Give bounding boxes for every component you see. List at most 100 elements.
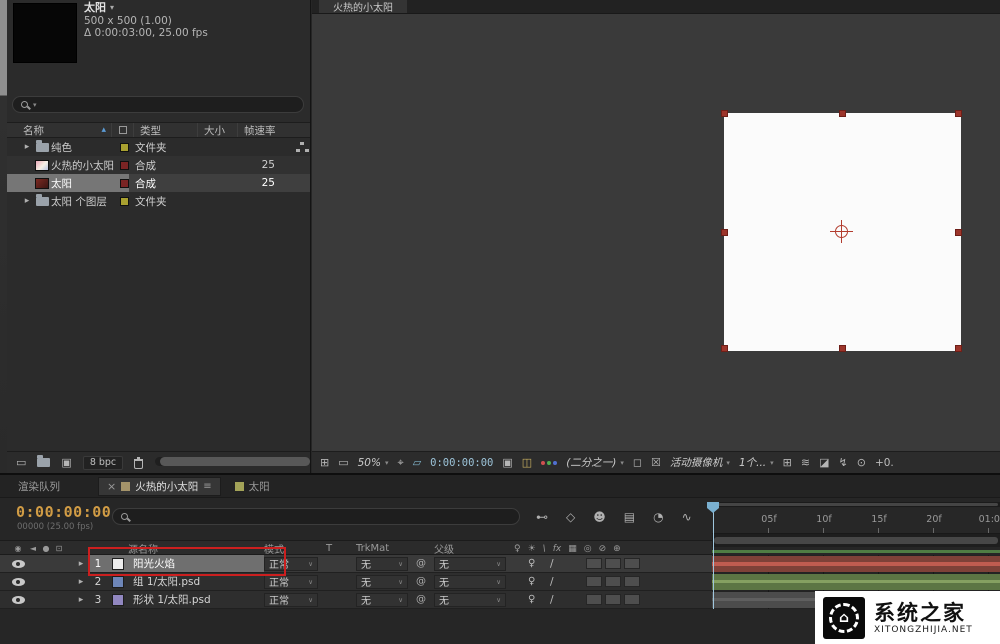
tab-hot-sun-comp[interactable]: × 火热的小太阳 ≡ bbox=[98, 477, 221, 496]
expand-arrow-icon[interactable]: ▸ bbox=[21, 196, 33, 206]
draft-3d-icon[interactable]: ◇ bbox=[566, 510, 575, 524]
column-type[interactable]: 类型 bbox=[133, 123, 197, 137]
project-horizontal-scrollbar[interactable] bbox=[155, 457, 304, 466]
blend-mode-select[interactable]: 正常∨ bbox=[264, 593, 318, 607]
tim搜索eline-search[interactable] bbox=[112, 508, 520, 525]
label-color-chip[interactable] bbox=[120, 143, 129, 152]
tab-render-queue[interactable]: 渲染队列 bbox=[10, 477, 68, 496]
show-snapshot-icon[interactable]: ◫ bbox=[522, 456, 532, 469]
panel-menu-icon[interactable]: ≡ bbox=[203, 481, 211, 492]
active-comp-name[interactable]: 太阳 bbox=[84, 2, 106, 15]
quality-toggle[interactable]: / bbox=[550, 558, 570, 570]
column-mode[interactable]: 模式 bbox=[264, 541, 326, 556]
tab-sun-comp[interactable]: 太阳 bbox=[227, 477, 278, 496]
layer-visibility-toggle[interactable] bbox=[10, 578, 26, 586]
layer-visibility-toggle[interactable] bbox=[10, 560, 26, 568]
column-parent[interactable]: 父级 bbox=[434, 541, 514, 556]
shy-toggle[interactable]: ♀ bbox=[528, 558, 550, 569]
new-folder-icon[interactable] bbox=[37, 458, 50, 467]
time-navigator[interactable] bbox=[712, 502, 1000, 507]
shy-toggle[interactable]: ♀ bbox=[528, 576, 550, 587]
item-name[interactable]: 太阳 个图层 bbox=[51, 194, 113, 209]
project-search[interactable]: ▾ bbox=[12, 96, 304, 113]
layer-color-swatch[interactable] bbox=[112, 594, 124, 606]
current-timecode[interactable]: 0:00:00:00 bbox=[16, 503, 111, 521]
trkmat-select[interactable]: 无∨ bbox=[356, 593, 408, 607]
project-row-hot-sun-comp[interactable]: 火热的小太阳 合成 25 bbox=[7, 156, 310, 174]
time-ruler[interactable]: 05f 10f 15f 20f 01:00f bbox=[712, 508, 1000, 534]
project-row-sun-layers-folder[interactable]: ▸ 太阳 个图层 文件夹 bbox=[7, 192, 310, 210]
selection-handle[interactable] bbox=[721, 345, 728, 352]
expand-arrow-icon[interactable]: ▸ bbox=[21, 142, 33, 152]
layer-row-3[interactable]: ▸ 3 形状 1/太阳.psd 正常∨ 无∨ @ 无∨ ♀ / bbox=[0, 591, 712, 609]
selection-handle[interactable] bbox=[955, 110, 962, 117]
shy-icon[interactable]: ☻ bbox=[593, 510, 606, 524]
quality-toggle[interactable]: / bbox=[550, 576, 570, 588]
work-area-handle[interactable] bbox=[714, 537, 998, 544]
item-name[interactable]: 纯色 bbox=[51, 140, 113, 155]
close-icon[interactable]: × bbox=[107, 480, 116, 493]
layer-source-name[interactable]: 形状 1/太阳.psd bbox=[128, 592, 264, 607]
column-name[interactable]: 名称 ▴ bbox=[7, 123, 111, 137]
layer-row-1[interactable]: ▸ 1 阳光火焰 正常∨ 无∨ @ 无∨ ♀ / bbox=[0, 555, 712, 573]
fx-icon[interactable]: fx bbox=[553, 544, 562, 554]
selection-handle[interactable] bbox=[721, 110, 728, 117]
column-framerate[interactable]: 帧速率 bbox=[237, 123, 287, 137]
column-trkmat[interactable]: TrkMat bbox=[356, 543, 416, 554]
layer-source-name[interactable]: 组 1/太阳.psd bbox=[128, 574, 264, 589]
quality-icon[interactable]: \ bbox=[543, 544, 546, 554]
shy-toggle[interactable]: ♀ bbox=[528, 594, 550, 605]
graph-editor-icon[interactable]: ∿ bbox=[682, 510, 692, 524]
timeline-search-input[interactable] bbox=[133, 510, 511, 523]
layer-source-name[interactable]: 阳光火焰 bbox=[128, 555, 264, 572]
project-row-solids-folder[interactable]: ▸ 纯色 文件夹 bbox=[7, 138, 310, 156]
shy-icon[interactable]: ♀ bbox=[514, 544, 521, 554]
frame-blend-icon[interactable]: ▤ bbox=[624, 510, 635, 524]
blend-mode-select[interactable]: 正常∨ bbox=[264, 575, 318, 589]
trkmat-select[interactable]: 无∨ bbox=[356, 557, 408, 571]
sort-ascending-icon[interactable]: ▴ bbox=[101, 125, 106, 135]
target-icon[interactable]: ⌖ bbox=[397, 456, 403, 470]
motion-blur-icon[interactable]: ◔ bbox=[653, 510, 663, 524]
layer-color-swatch[interactable] bbox=[112, 558, 124, 570]
composition-canvas[interactable] bbox=[724, 113, 961, 351]
item-name[interactable]: 太阳 bbox=[51, 176, 113, 191]
layer-visibility-toggle[interactable] bbox=[10, 596, 26, 604]
quality-toggle[interactable]: / bbox=[550, 594, 570, 606]
frame-blend-icon[interactable]: ▦ bbox=[568, 544, 577, 554]
parent-select[interactable]: 无∨ bbox=[434, 557, 506, 571]
always-preview-icon[interactable]: ⊞ bbox=[320, 456, 329, 469]
blend-mode-select[interactable]: 正常∨ bbox=[264, 557, 318, 571]
parent-pickwhip-icon[interactable]: @ bbox=[416, 576, 434, 587]
selection-handle[interactable] bbox=[839, 110, 846, 117]
project-row-sun-comp-selected[interactable]: 太阳 合成 25 bbox=[7, 174, 310, 192]
caret-down-icon[interactable]: ▾ bbox=[110, 2, 114, 15]
viewer-tab-hot-sun[interactable]: 火热的小太阳 bbox=[319, 0, 407, 13]
layer-duration-bar-1[interactable] bbox=[712, 556, 1000, 572]
column-size[interactable]: 大小 bbox=[197, 123, 237, 137]
layer-expand-arrow[interactable]: ▸ bbox=[74, 595, 88, 605]
mini-flowchart-icon[interactable]: ≋ bbox=[801, 456, 810, 469]
primary-viewer-icon[interactable]: ▭ bbox=[338, 456, 348, 469]
camera-select[interactable]: 活动摄像机 ▾ bbox=[670, 455, 730, 470]
region-of-interest-icon[interactable]: ◻ bbox=[633, 456, 642, 469]
layer-expand-arrow[interactable]: ▸ bbox=[74, 577, 88, 587]
adjustment-layer-icon[interactable]: ⊘ bbox=[599, 544, 607, 554]
column-source-name[interactable]: 源名称 bbox=[128, 541, 264, 556]
parent-pickwhip-icon[interactable]: @ bbox=[416, 594, 434, 605]
transparency-grid-icon[interactable]: ☒ bbox=[651, 456, 661, 469]
zoom-select[interactable]: 50% ▾ bbox=[358, 457, 389, 469]
parent-select[interactable]: 无∨ bbox=[434, 593, 506, 607]
layer-switch-blocks[interactable] bbox=[586, 558, 656, 569]
mini-flowchart-icon[interactable]: ⊷ bbox=[536, 510, 548, 524]
layer-color-swatch[interactable] bbox=[112, 576, 124, 588]
layer-row-2[interactable]: ▸ 2 组 1/太阳.psd 正常∨ 无∨ @ 无∨ ♀ / bbox=[0, 573, 712, 591]
motion-blur-icon[interactable]: ◎ bbox=[584, 544, 592, 554]
viewer-timecode[interactable]: 0:00:00:00 bbox=[430, 457, 493, 469]
scrollbar-thumb[interactable] bbox=[160, 457, 310, 466]
flowchart-icon[interactable] bbox=[296, 142, 309, 152]
label-color-chip[interactable] bbox=[120, 179, 129, 188]
label-color-chip[interactable] bbox=[120, 197, 129, 206]
column-label[interactable] bbox=[111, 123, 133, 137]
selection-handle[interactable] bbox=[721, 229, 728, 236]
